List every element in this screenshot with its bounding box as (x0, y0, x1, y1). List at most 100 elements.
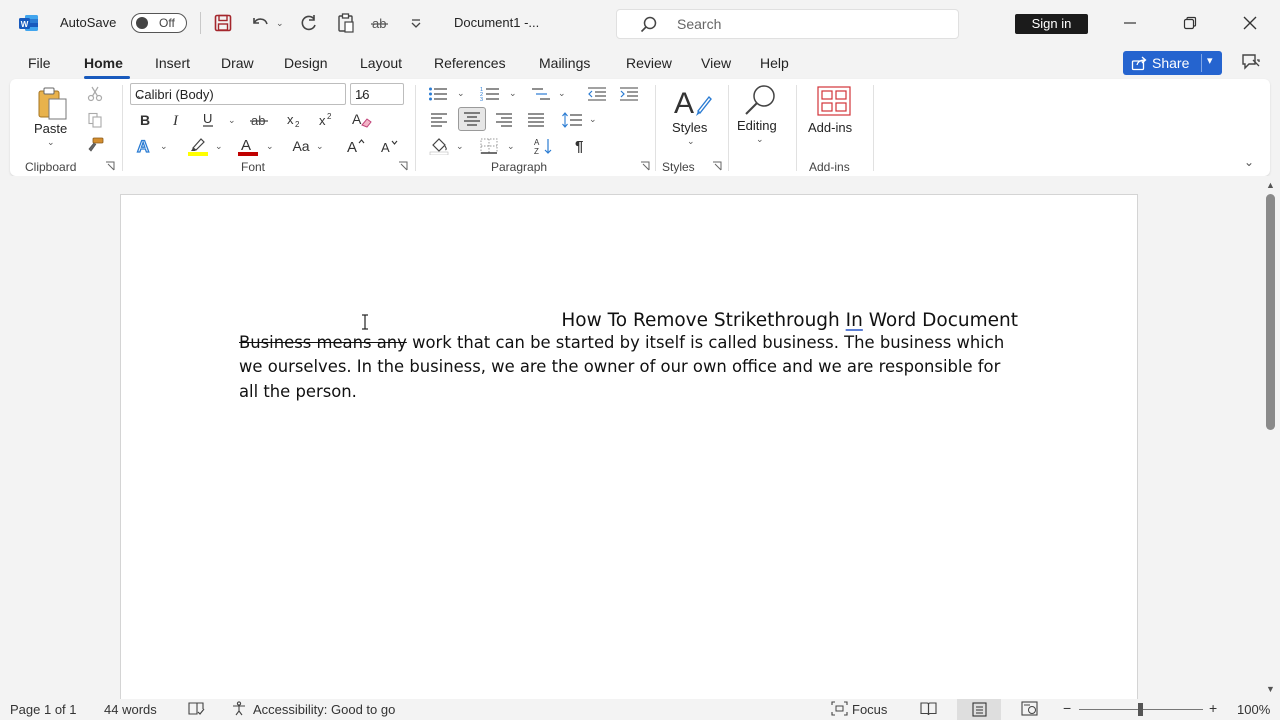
scrollbar-thumb[interactable] (1266, 194, 1275, 430)
borders-chevron-down-icon[interactable]: ⌄ (507, 141, 515, 152)
document-page[interactable]: How To Remove Strikethrough In Word Docu… (120, 194, 1138, 714)
sign-in-button[interactable]: Sign in (1015, 14, 1088, 34)
accessibility-icon[interactable] (231, 701, 248, 716)
align-left-button[interactable] (428, 109, 450, 131)
align-right-button[interactable] (493, 109, 515, 131)
styles-launcher-icon[interactable] (712, 161, 722, 171)
subscript-button[interactable]: x2 (285, 110, 307, 130)
styles-button[interactable]: A (671, 85, 713, 119)
minimize-button[interactable] (1115, 8, 1145, 38)
borders-button[interactable] (478, 135, 500, 157)
text-effects-chevron-down-icon[interactable]: ⌄ (160, 141, 168, 152)
tab-layout[interactable]: Layout (360, 55, 402, 71)
undo-button[interactable] (248, 11, 272, 35)
shading-button[interactable] (428, 135, 450, 157)
font-color-chevron-down-icon[interactable]: ⌄ (266, 141, 274, 152)
scroll-up-arrow-icon[interactable]: ▲ (1266, 180, 1275, 190)
customize-toolbar-button[interactable] (406, 11, 426, 35)
word-count[interactable]: 44 words (104, 702, 157, 717)
bullets-button[interactable] (427, 83, 449, 105)
accessibility-status[interactable]: Accessibility: Good to go (253, 702, 395, 717)
document-paragraph[interactable]: Business means any work that can be star… (239, 331, 1023, 404)
web-layout-icon[interactable] (1021, 701, 1038, 716)
page-count[interactable]: Page 1 of 1 (10, 702, 77, 717)
paste-chevron-down-icon[interactable]: ⌄ (47, 137, 55, 148)
read-mode-icon[interactable] (920, 701, 937, 716)
styles-chevron-down-icon[interactable]: ⌄ (687, 136, 695, 147)
shrink-font-button[interactable]: A (379, 135, 401, 157)
clipboard-launcher-icon[interactable] (105, 161, 115, 171)
text-effects-button[interactable]: A (134, 135, 156, 157)
superscript-button[interactable]: x2 (317, 110, 339, 130)
show-formatting-marks-button[interactable]: ¶ (570, 135, 592, 157)
tab-mailings[interactable]: Mailings (539, 55, 590, 71)
change-case-button[interactable]: Aa (288, 136, 314, 156)
focus-icon[interactable] (831, 701, 848, 716)
justify-button[interactable] (525, 109, 547, 131)
tab-home[interactable]: Home (84, 55, 123, 71)
addins-button[interactable] (816, 85, 852, 117)
autosave-toggle[interactable]: Off (131, 13, 187, 33)
numbering-button[interactable]: 123 (479, 83, 501, 105)
search-input[interactable] (677, 16, 937, 32)
tab-review[interactable]: Review (626, 55, 672, 71)
highlight-button[interactable] (186, 135, 210, 157)
tab-file[interactable]: File (28, 55, 51, 71)
tab-view[interactable]: View (701, 55, 731, 71)
restore-button[interactable] (1175, 8, 1205, 38)
strikethrough-quick-button[interactable]: ab (369, 11, 393, 35)
zoom-level[interactable]: 100% (1237, 702, 1270, 717)
decrease-indent-button[interactable] (586, 83, 608, 105)
font-name-select[interactable]: Calibri (Body) ⌄ (130, 83, 346, 105)
save-button[interactable] (212, 11, 234, 35)
bold-button[interactable]: B (135, 110, 155, 130)
paste-button[interactable] (32, 85, 72, 121)
search-box[interactable] (616, 9, 959, 39)
share-button[interactable]: Share ▾ (1123, 51, 1222, 75)
underline-chevron-down-icon[interactable]: ⌄ (228, 115, 236, 126)
zoom-out-button[interactable]: − (1063, 700, 1071, 716)
change-case-chevron-down-icon[interactable]: ⌄ (316, 141, 324, 152)
comments-icon[interactable] (1240, 52, 1262, 72)
increase-indent-button[interactable] (618, 83, 640, 105)
grow-font-button[interactable]: A (345, 135, 367, 157)
multilevel-chevron-down-icon[interactable]: ⌄ (558, 88, 566, 99)
line-spacing-chevron-down-icon[interactable]: ⌄ (589, 114, 597, 125)
vertical-scrollbar[interactable]: ▲ ▼ (1262, 176, 1280, 699)
editing-chevron-down-icon[interactable]: ⌄ (756, 134, 764, 145)
document-title[interactable]: Document1 -... (454, 15, 539, 30)
align-center-button[interactable] (458, 107, 486, 131)
strikethrough-text[interactable]: Business means any (239, 333, 407, 352)
share-chevron-down-icon[interactable]: ▾ (1207, 54, 1213, 67)
heading-proofing-word[interactable]: In (846, 310, 863, 331)
close-button[interactable] (1235, 8, 1265, 38)
document-canvas[interactable]: How To Remove Strikethrough In Word Docu… (0, 176, 1262, 714)
tab-design[interactable]: Design (284, 55, 328, 71)
strikethrough-button[interactable]: ab (248, 110, 272, 130)
tab-references[interactable]: References (434, 55, 506, 71)
scroll-down-arrow-icon[interactable]: ▼ (1266, 684, 1275, 694)
zoom-slider-thumb[interactable] (1138, 703, 1143, 716)
paste-quick-button[interactable] (335, 11, 357, 35)
cut-button[interactable] (85, 84, 105, 104)
format-painter-button[interactable] (85, 135, 105, 155)
font-color-button[interactable]: A (236, 135, 260, 157)
ribbon-options-chevron-down-icon[interactable]: ⌄ (1244, 155, 1254, 169)
tab-draw[interactable]: Draw (221, 55, 254, 71)
tab-help[interactable]: Help (760, 55, 789, 71)
editing-button[interactable] (740, 83, 780, 117)
line-spacing-button[interactable] (560, 109, 584, 131)
undo-dropdown-chevron-icon[interactable]: ⌄ (276, 18, 284, 29)
zoom-in-button[interactable]: + (1209, 700, 1217, 716)
multilevel-list-button[interactable] (530, 83, 552, 105)
underline-button[interactable]: U (198, 110, 218, 130)
tab-insert[interactable]: Insert (155, 55, 190, 71)
italic-button[interactable]: I (167, 110, 187, 130)
bullets-chevron-down-icon[interactable]: ⌄ (457, 88, 465, 99)
paragraph-launcher-icon[interactable] (640, 161, 650, 171)
shading-chevron-down-icon[interactable]: ⌄ (456, 141, 464, 152)
focus-label[interactable]: Focus (852, 702, 887, 717)
copy-button[interactable] (85, 110, 105, 130)
font-launcher-icon[interactable] (398, 161, 408, 171)
sort-button[interactable]: AZ (533, 135, 557, 157)
